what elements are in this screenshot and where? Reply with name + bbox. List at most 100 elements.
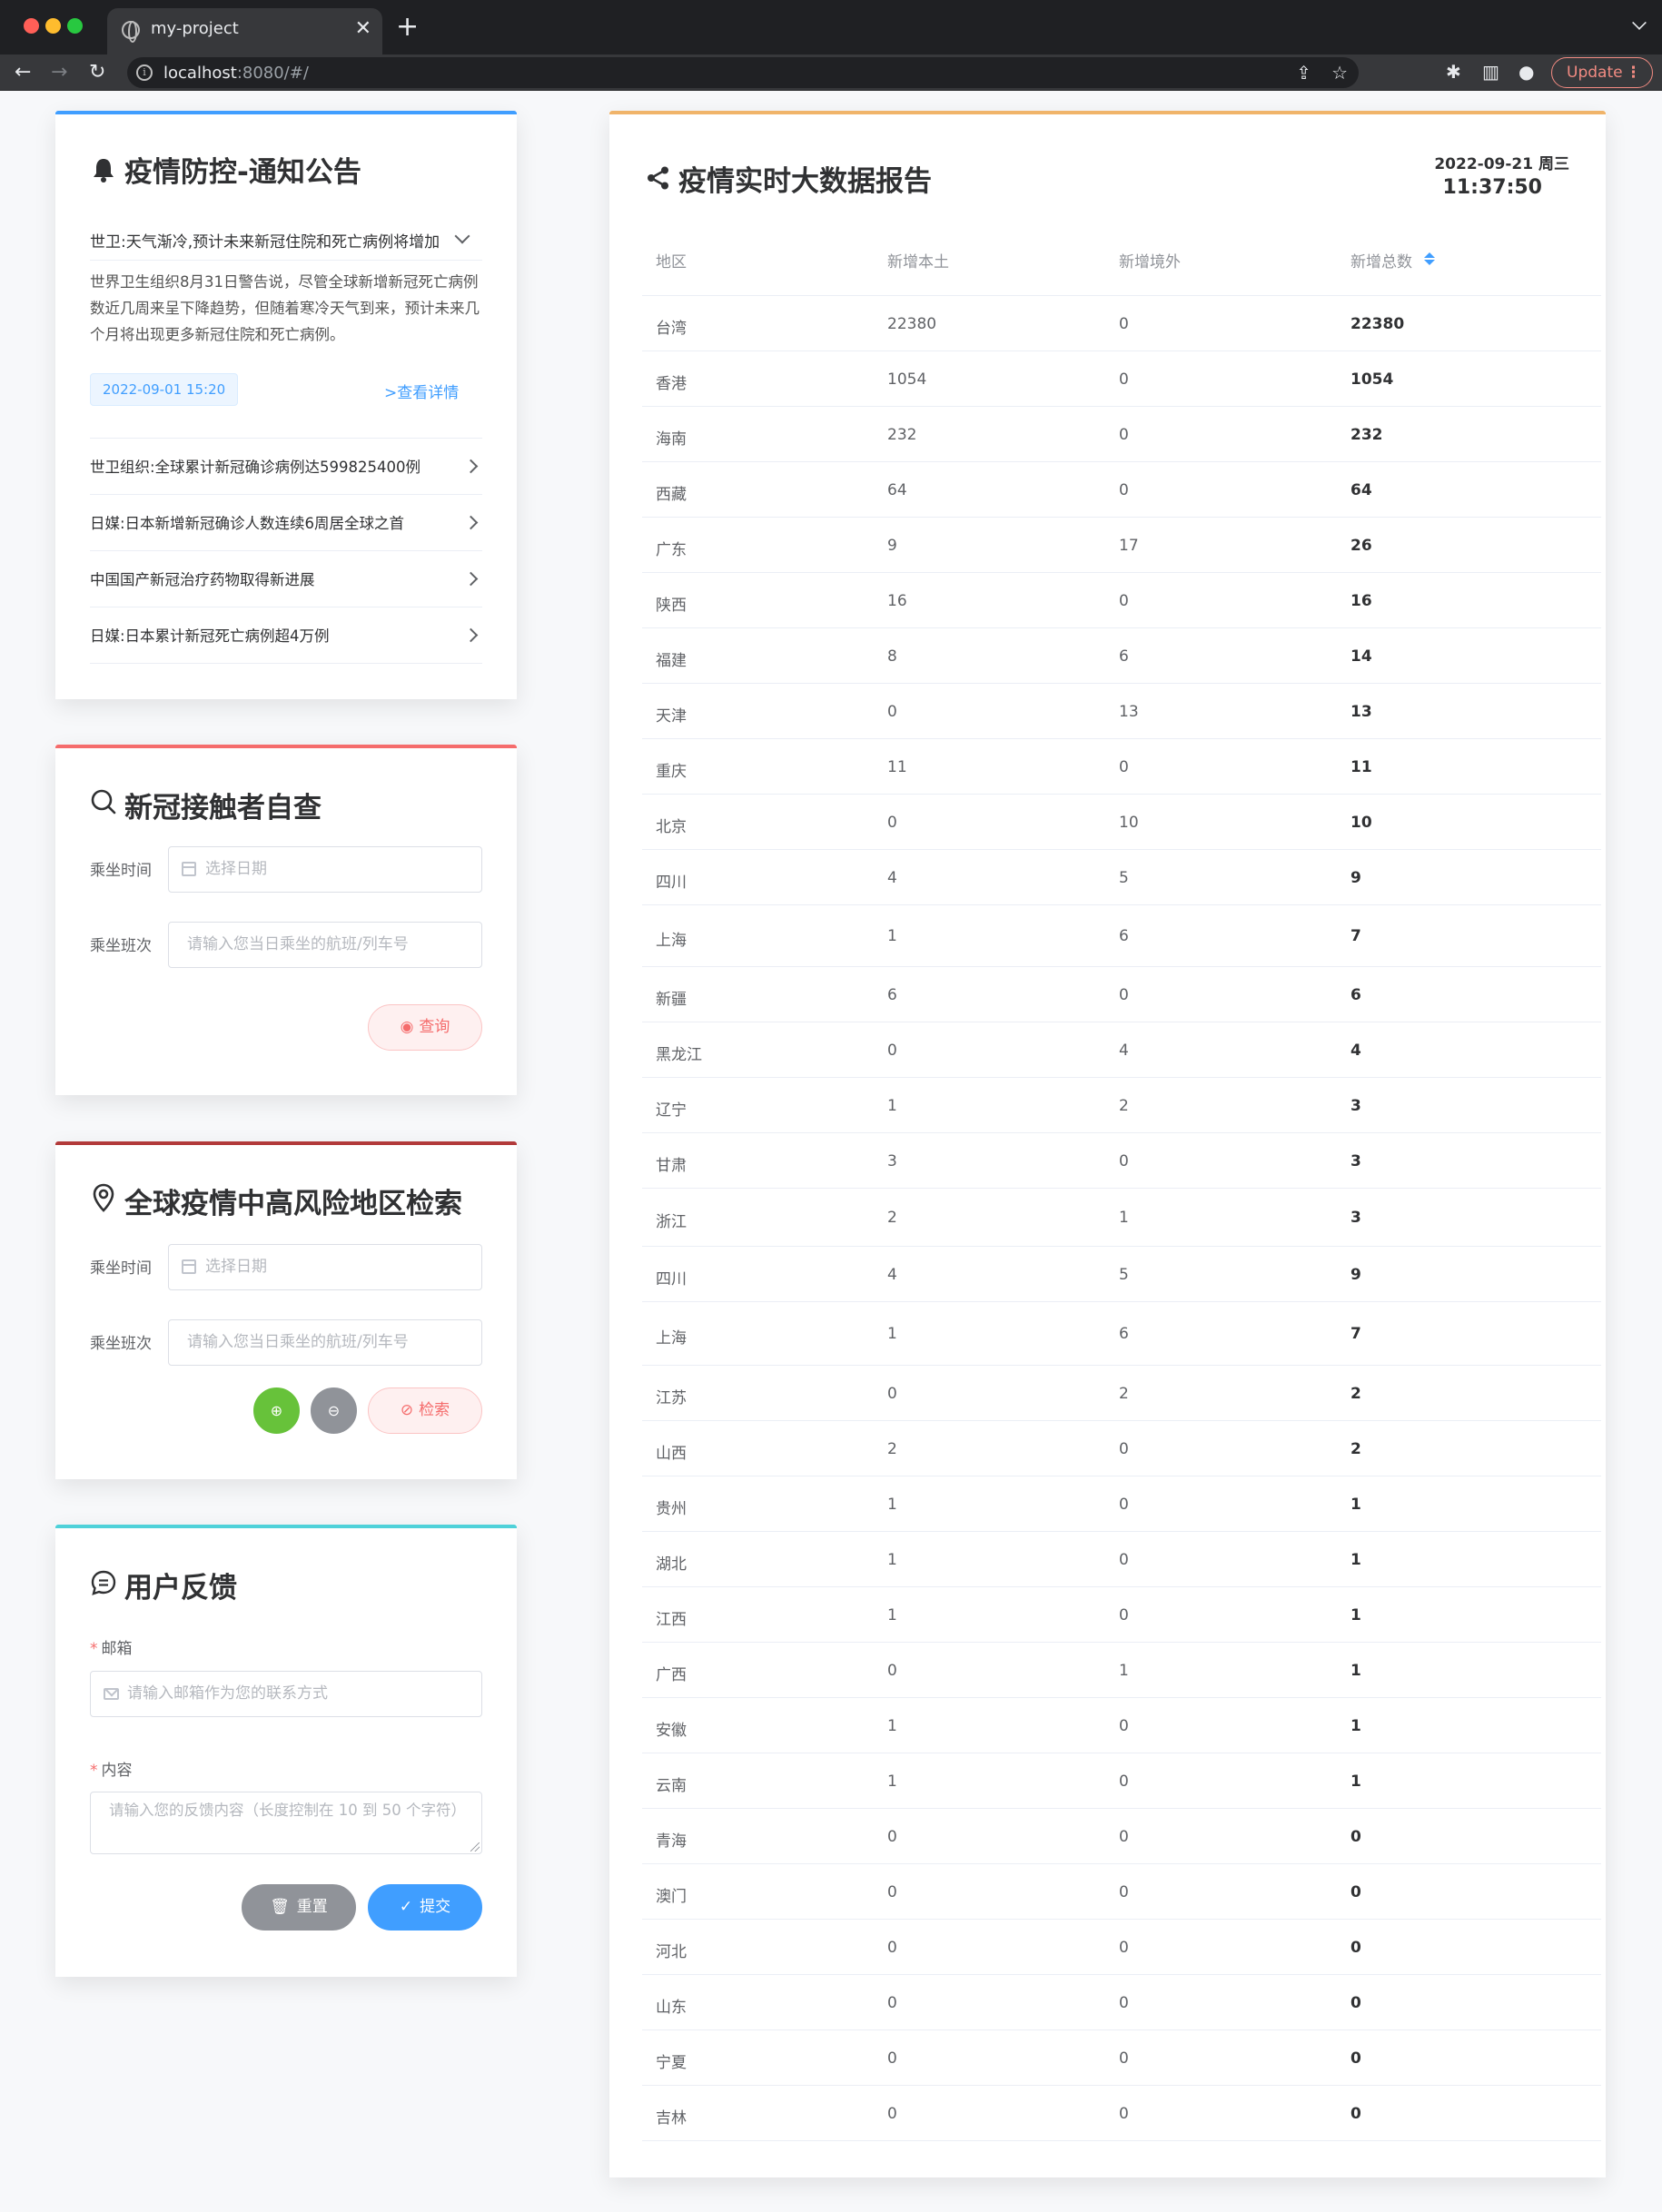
- cell-imported: 0: [1119, 1496, 1129, 1514]
- table-row: 陕西 16 0 16: [642, 573, 1601, 628]
- resize-handle[interactable]: [470, 1842, 480, 1852]
- cell-total: 0: [1350, 1883, 1361, 1901]
- cell-total: 7: [1350, 927, 1361, 945]
- chevron-down-icon[interactable]: [1632, 15, 1647, 30]
- feedback-content-textarea[interactable]: 请输入您的反馈内容（长度控制在 10 到 50 个字符）: [90, 1792, 482, 1854]
- notice-item[interactable]: 中国国产新冠治疗药物取得新进展: [90, 551, 482, 607]
- notice-item[interactable]: 日媒:日本新增新冠确诊人数连续6周居全球之首: [90, 495, 482, 551]
- cell-imported: 0: [1119, 2049, 1129, 2068]
- profile-icon[interactable]: ●: [1519, 59, 1534, 84]
- table-row: 云南 1 0 1: [642, 1753, 1601, 1809]
- search-button[interactable]: ⊘ 检索: [368, 1387, 482, 1434]
- feedback-title: 用户反馈: [124, 1572, 237, 1605]
- cell-region: 甘肃: [656, 1157, 687, 1175]
- cell-region: 湖北: [656, 1555, 687, 1574]
- column-header-total[interactable]: 新增总数: [1350, 249, 1412, 272]
- email-field[interactable]: 请输入邮箱作为您的联系方式: [90, 1671, 482, 1717]
- trip-number-input[interactable]: 请输入您当日乘坐的航班/列车号: [168, 922, 482, 968]
- cell-imported: 0: [1119, 592, 1129, 610]
- forward-icon[interactable]: →: [51, 60, 67, 85]
- cell-local: 0: [887, 2105, 897, 2123]
- cell-region: 上海: [656, 1329, 687, 1348]
- notice-item-title: 世卫组织:全球累计新冠确诊病例达599825400例: [90, 459, 421, 476]
- ride-date-picker[interactable]: 选择日期: [168, 846, 482, 893]
- cell-region: 安徽: [656, 1722, 687, 1740]
- cell-local: 1: [887, 1097, 897, 1115]
- tab-close-icon[interactable]: ✕: [355, 17, 371, 41]
- table-row: 甘肃 3 0 3: [642, 1133, 1601, 1189]
- share-icon: [648, 166, 668, 190]
- table-row: 福建 8 6 14: [642, 628, 1601, 684]
- maximize-window-button[interactable]: [67, 18, 83, 34]
- share-icon[interactable]: ⇪: [1296, 62, 1311, 84]
- cell-local: 1: [887, 927, 897, 945]
- cell-local: 0: [887, 1828, 897, 1846]
- cell-imported: 0: [1119, 370, 1129, 389]
- cell-local: 0: [887, 1042, 897, 1060]
- table-row: 上海 1 6 7: [642, 1302, 1601, 1366]
- cell-total: 9: [1350, 1266, 1361, 1284]
- mail-icon: [104, 1688, 119, 1700]
- view-detail-link[interactable]: >查看详情: [384, 380, 459, 402]
- cell-region: 山西: [656, 1445, 687, 1463]
- chat-icon: [91, 1570, 116, 1595]
- close-window-button[interactable]: [24, 18, 39, 34]
- notice-item[interactable]: 世卫组织:全球累计新冠确诊病例达599825400例: [90, 439, 482, 495]
- trip-number-input[interactable]: 请输入您当日乘坐的航班/列车号: [168, 1319, 482, 1366]
- reset-label: 重置: [296, 1898, 328, 1916]
- reset-button[interactable]: 🗑 重置: [242, 1884, 356, 1931]
- browser-tab[interactable]: my-project ✕: [107, 8, 382, 54]
- report-card: 疫情实时大数据报告 2022-09-21 周三 11:37:50 地区 新增本土…: [609, 111, 1606, 2177]
- notice-item[interactable]: 日媒:日本累计新冠死亡病例超4万例: [90, 607, 482, 664]
- extensions-icon[interactable]: ✱: [1446, 59, 1461, 84]
- cell-total: 1: [1350, 1717, 1361, 1735]
- cell-region: 江西: [656, 1611, 687, 1629]
- cell-total: 0: [1350, 1828, 1361, 1846]
- sidebar-icon[interactable]: ▥: [1482, 59, 1499, 84]
- cell-local: 0: [887, 814, 897, 832]
- search-icon: [91, 789, 116, 815]
- card-accent-bar: [55, 1141, 517, 1145]
- ride-trip-label: 乘坐班次: [90, 937, 152, 955]
- cell-region: 辽宁: [656, 1101, 687, 1120]
- update-button[interactable]: Update ⋮: [1551, 57, 1653, 88]
- table-row: 浙江 2 1 3: [642, 1189, 1601, 1247]
- new-tab-icon[interactable]: +: [396, 12, 419, 43]
- cell-imported: 5: [1119, 1266, 1129, 1284]
- cell-imported: 2: [1119, 1385, 1129, 1403]
- chevron-down-icon[interactable]: [454, 228, 470, 244]
- add-button[interactable]: ⊕: [253, 1387, 300, 1434]
- cell-total: 0: [1350, 1939, 1361, 1957]
- trip-placeholder: 请输入您当日乘坐的航班/列车号: [187, 935, 409, 953]
- back-icon[interactable]: ←: [15, 60, 31, 85]
- star-icon[interactable]: ☆: [1331, 62, 1348, 84]
- cell-region: 海南: [656, 430, 687, 449]
- table-row: 台湾 22380 0 22380: [642, 296, 1601, 351]
- reload-icon[interactable]: ↻: [89, 60, 105, 85]
- cell-total: 11: [1350, 758, 1372, 776]
- sort-ascending-icon[interactable]: [1424, 252, 1435, 258]
- cell-total: 3: [1350, 1209, 1361, 1227]
- submit-button[interactable]: ✓ 提交: [368, 1884, 482, 1931]
- cell-local: 4: [887, 869, 897, 887]
- more-icon[interactable]: ⋮: [1626, 58, 1641, 87]
- cell-total: 1: [1350, 1551, 1361, 1569]
- globe-icon: [122, 21, 140, 43]
- cell-local: 0: [887, 703, 897, 721]
- info-icon[interactable]: i: [136, 64, 153, 81]
- table-row: 西藏 64 0 64: [642, 462, 1601, 518]
- cell-region: 云南: [656, 1777, 687, 1795]
- sort-descending-icon[interactable]: [1424, 260, 1435, 265]
- cell-total: 22380: [1350, 315, 1405, 333]
- table-row: 湖北 1 0 1: [642, 1532, 1601, 1587]
- ride-date-picker[interactable]: 选择日期: [168, 1244, 482, 1290]
- query-button[interactable]: ◉ 查询: [368, 1004, 482, 1051]
- cell-local: 0: [887, 1883, 897, 1901]
- contact-check-title: 新冠接触者自查: [124, 792, 322, 825]
- minimize-window-button[interactable]: [45, 18, 61, 34]
- cell-imported: 0: [1119, 2105, 1129, 2123]
- chevron-right-icon: [463, 571, 479, 587]
- address-bar[interactable]: i localhost:8080/#/ ⇪ ☆: [127, 57, 1359, 88]
- remove-button[interactable]: ⊖: [311, 1387, 357, 1434]
- column-header-imported: 新增境外: [1119, 253, 1181, 272]
